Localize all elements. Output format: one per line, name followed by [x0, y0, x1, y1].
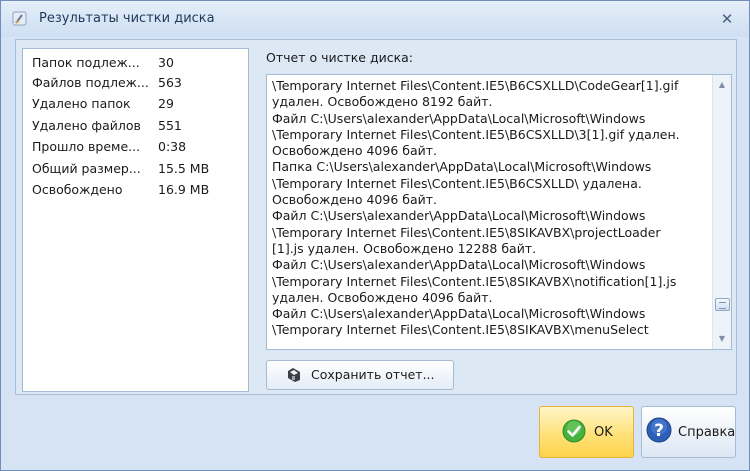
window-title: Результаты чистки диска [39, 11, 215, 26]
scroll-down-arrow-icon[interactable]: ▼ [713, 331, 731, 347]
close-button[interactable]: ✕ [719, 11, 735, 27]
help-label: Справка [678, 425, 736, 440]
save-report-button[interactable]: Сохранить отчет... [266, 360, 454, 390]
ok-label: OK [594, 425, 613, 440]
green-check-icon [562, 419, 586, 443]
stat-label: Удалено папок [32, 96, 131, 111]
svg-text:?: ? [654, 421, 664, 441]
scroll-thumb[interactable] [715, 298, 730, 311]
scroll-up-arrow-icon[interactable]: ▲ [713, 77, 731, 93]
stat-value: 30 [158, 55, 174, 70]
save-report-label: Сохранить отчет... [311, 367, 435, 382]
blue-question-icon: ? [646, 417, 672, 443]
content-area: Папок подлеж... 30 Файлов подлеж... 563 … [15, 39, 737, 395]
disk-cleanup-results-dialog: Результаты чистки диска ✕ Папок подлеж..… [0, 0, 750, 471]
report-log-text[interactable]: \Temporary Internet Files\Content.IE5\B6… [272, 78, 710, 346]
stat-label: Освобождено [32, 182, 123, 197]
stat-value: 16.9 MB [158, 182, 210, 197]
stat-label: Общий размер... [32, 161, 141, 176]
help-button[interactable]: ? Справка [641, 406, 736, 458]
report-label: Отчет о чистке диска: [266, 50, 414, 65]
stat-label: Файлов подлеж... [32, 75, 149, 90]
stat-label: Удалено файлов [32, 118, 141, 133]
report-log-box[interactable]: \Temporary Internet Files\Content.IE5\B6… [266, 74, 732, 350]
report-scrollbar[interactable]: ▲ ▼ [712, 75, 731, 349]
stats-panel: Папок подлеж... 30 Файлов подлеж... 563 … [22, 48, 249, 392]
stat-label: Папок подлеж... [32, 55, 140, 70]
title-bar: Результаты чистки диска ✕ [1, 1, 749, 37]
stat-value: 0:38 [158, 139, 187, 154]
stat-value: 29 [158, 96, 174, 111]
stat-value: 563 [158, 75, 182, 90]
ok-button[interactable]: OK [539, 406, 634, 458]
stat-label: Прошло време... [32, 139, 141, 154]
stat-value: 15.5 MB [158, 161, 210, 176]
stat-value: 551 [158, 118, 182, 133]
save-disk-icon [286, 367, 302, 383]
broom-clean-icon [11, 10, 29, 28]
